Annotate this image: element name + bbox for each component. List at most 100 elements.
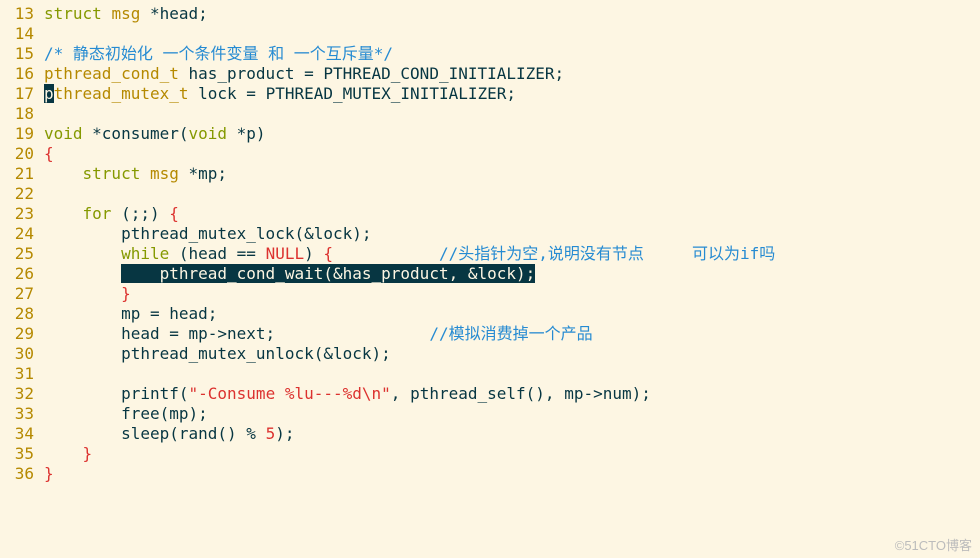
- code-line[interactable]: 20{: [0, 144, 980, 164]
- line-number: 19: [0, 124, 44, 144]
- code-content[interactable]: free(mp);: [44, 404, 980, 424]
- code-line[interactable]: 30 pthread_mutex_unlock(&lock);: [0, 344, 980, 364]
- code-line[interactable]: 14: [0, 24, 980, 44]
- token-ident: [44, 164, 83, 183]
- code-line[interactable]: 34 sleep(rand() % 5);: [0, 424, 980, 444]
- token-ident: [333, 244, 439, 263]
- code-line[interactable]: 22: [0, 184, 980, 204]
- code-content[interactable]: pthread_mutex_lock(&lock);: [44, 224, 980, 244]
- code-line[interactable]: 33 free(mp);: [0, 404, 980, 424]
- token-kw: struct: [83, 164, 141, 183]
- token-type: thread_mutex_t: [54, 84, 189, 103]
- code-line[interactable]: 29 head = mp->next; //模拟消费掉一个产品: [0, 324, 980, 344]
- code-content[interactable]: pthread_mutex_t lock = PTHREAD_MUTEX_INI…: [44, 84, 980, 104]
- line-number: 15: [0, 44, 44, 64]
- line-number: 24: [0, 224, 44, 244]
- code-editor[interactable]: 13struct msg *head;1415/* 静态初始化 一个条件变量 和…: [0, 0, 980, 484]
- code-line[interactable]: 21 struct msg *mp;: [0, 164, 980, 184]
- code-content[interactable]: mp = head;: [44, 304, 980, 324]
- code-content[interactable]: void *consumer(void *p): [44, 124, 980, 144]
- token-ident: [44, 204, 83, 223]
- token-ident: pthread_mutex_lock(&lock);: [44, 224, 372, 243]
- code-line[interactable]: 18: [0, 104, 980, 124]
- line-number: 25: [0, 244, 44, 264]
- token-cursor-block: p: [44, 84, 54, 103]
- token-kw: while: [121, 244, 169, 263]
- code-line[interactable]: 25 while (head == NULL) { //头指针为空,说明没有节点…: [0, 244, 980, 264]
- token-brace: }: [44, 464, 54, 483]
- code-content[interactable]: struct msg *mp;: [44, 164, 980, 184]
- token-ident: head = mp->next;: [44, 324, 429, 343]
- line-number: 32: [0, 384, 44, 404]
- code-content[interactable]: }: [44, 444, 980, 464]
- code-line[interactable]: 35 }: [0, 444, 980, 464]
- token-null: NULL: [266, 244, 305, 263]
- watermark: ©51CTO博客: [895, 535, 972, 554]
- token-ident: *p): [227, 124, 266, 143]
- token-ident: mp = head;: [44, 304, 217, 323]
- token-cmt: //模拟消费掉一个产品: [429, 324, 592, 343]
- code-line[interactable]: 15/* 静态初始化 一个条件变量 和 一个互斥量*/: [0, 44, 980, 64]
- token-ident: [44, 264, 121, 283]
- line-number: 22: [0, 184, 44, 204]
- code-content[interactable]: }: [44, 284, 980, 304]
- line-number: 33: [0, 404, 44, 424]
- line-number: 21: [0, 164, 44, 184]
- token-ident: has_product = PTHREAD_COND_INITIALIZER;: [179, 64, 564, 83]
- code-content[interactable]: struct msg *head;: [44, 4, 980, 24]
- line-number: 30: [0, 344, 44, 364]
- token-ident: [140, 164, 150, 183]
- code-content[interactable]: head = mp->next; //模拟消费掉一个产品: [44, 324, 980, 344]
- code-content[interactable]: }: [44, 464, 980, 484]
- code-content[interactable]: pthread_cond_t has_product = PTHREAD_CON…: [44, 64, 980, 84]
- token-kw: for: [83, 204, 112, 223]
- token-kw: void: [44, 124, 83, 143]
- code-line[interactable]: 36}: [0, 464, 980, 484]
- code-line[interactable]: 16pthread_cond_t has_product = PTHREAD_C…: [0, 64, 980, 84]
- token-ident: pthread_mutex_unlock(&lock);: [44, 344, 391, 363]
- token-ident: *mp;: [179, 164, 227, 183]
- token-type: msg: [111, 4, 140, 23]
- token-ident: [102, 4, 112, 23]
- code-line[interactable]: 23 for (;;) {: [0, 204, 980, 224]
- code-line[interactable]: 26 pthread_cond_wait(&has_product, &lock…: [0, 264, 980, 284]
- line-number: 35: [0, 444, 44, 464]
- token-ident: lock = PTHREAD_MUTEX_INITIALIZER;: [189, 84, 517, 103]
- code-line[interactable]: 28 mp = head;: [0, 304, 980, 324]
- code-line[interactable]: 24 pthread_mutex_lock(&lock);: [0, 224, 980, 244]
- token-type: msg: [150, 164, 179, 183]
- token-ident: (;;): [111, 204, 169, 223]
- code-content[interactable]: printf("-Consume %lu---%d\n", pthread_se…: [44, 384, 980, 404]
- token-ident: *consumer(: [83, 124, 189, 143]
- code-content[interactable]: pthread_mutex_unlock(&lock);: [44, 344, 980, 364]
- token-kw: void: [189, 124, 228, 143]
- code-content[interactable]: sleep(rand() % 5);: [44, 424, 980, 444]
- line-number: 26: [0, 264, 44, 284]
- line-number: 18: [0, 104, 44, 124]
- code-line[interactable]: 27 }: [0, 284, 980, 304]
- code-line[interactable]: 19void *consumer(void *p): [0, 124, 980, 144]
- code-line[interactable]: 13struct msg *head;: [0, 4, 980, 24]
- token-ident: , pthread_self(), mp->num);: [391, 384, 651, 403]
- token-ident: [44, 244, 121, 263]
- code-line[interactable]: 31: [0, 364, 980, 384]
- line-number: 17: [0, 84, 44, 104]
- token-num: 5: [266, 424, 276, 443]
- code-content[interactable]: {: [44, 144, 980, 164]
- code-content[interactable]: while (head == NULL) { //头指针为空,说明没有节点 可以…: [44, 244, 980, 264]
- code-content[interactable]: /* 静态初始化 一个条件变量 和 一个互斥量*/: [44, 44, 980, 64]
- token-ident: [44, 284, 121, 303]
- line-number: 14: [0, 24, 44, 44]
- code-line[interactable]: 32 printf("-Consume %lu---%d\n", pthread…: [0, 384, 980, 404]
- code-content[interactable]: for (;;) {: [44, 204, 980, 224]
- token-ident: (head ==: [169, 244, 265, 263]
- token-cmt: /* 静态初始化 一个条件变量 和 一个互斥量*/: [44, 44, 393, 63]
- line-number: 16: [0, 64, 44, 84]
- token-brace: {: [323, 244, 333, 263]
- token-cmt: //头指针为空,说明没有节点 可以为if吗: [439, 244, 775, 263]
- token-brace: }: [121, 284, 131, 303]
- code-content[interactable]: pthread_cond_wait(&has_product, &lock);: [44, 264, 980, 284]
- token-ident: ): [304, 244, 323, 263]
- token-type: pthread_cond_t: [44, 64, 179, 83]
- code-line[interactable]: 17pthread_mutex_t lock = PTHREAD_MUTEX_I…: [0, 84, 980, 104]
